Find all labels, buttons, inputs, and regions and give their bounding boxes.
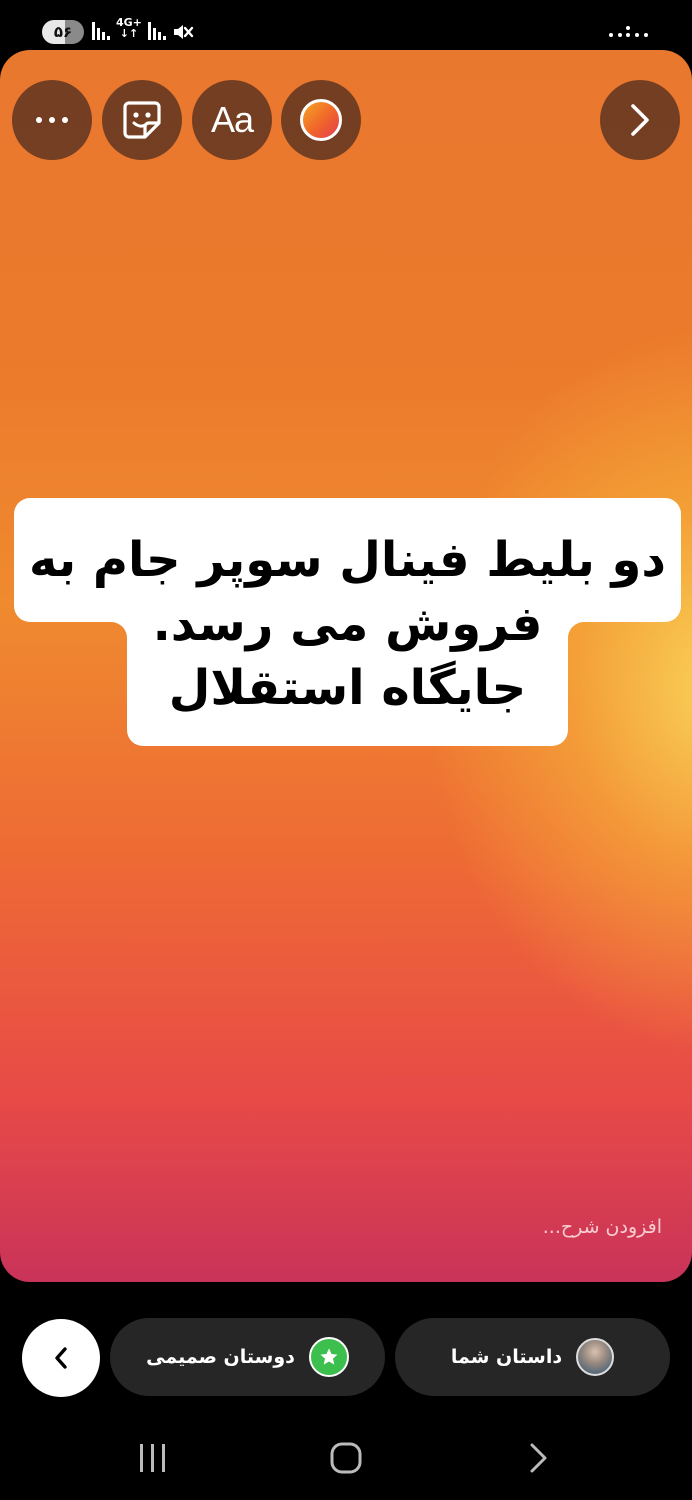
your-story-label: داستان شما xyxy=(450,1346,563,1368)
more-options-button[interactable] xyxy=(12,80,92,160)
recent-apps-icon[interactable] xyxy=(138,1442,168,1474)
text-tool-label: Aa xyxy=(210,99,254,140)
sticker-icon xyxy=(123,101,161,139)
signal-strength-icon xyxy=(92,22,110,40)
chevron-right-icon xyxy=(631,104,649,136)
battery-indicator: ۵۶ xyxy=(42,20,84,44)
nav-back-icon[interactable] xyxy=(528,1442,550,1474)
text-tool-button[interactable]: Aa xyxy=(192,80,272,160)
story-text-line: فروش می رسد. xyxy=(152,596,543,652)
story-text-sticker[interactable]: دو بلیط فینال سوپر جام به فروش می رسد. ج… xyxy=(14,498,681,746)
data-arrows-icon: ↓↑ xyxy=(119,27,139,40)
close-friends-label: دوستان صمیمی xyxy=(146,1346,295,1368)
chevron-left-icon xyxy=(55,1347,67,1369)
phone-screen: ۵۶ 4G+ ↓↑ Aa دو بلیط فینال سوپر جام به ف… xyxy=(0,0,692,1500)
avatar xyxy=(576,1338,615,1376)
your-story-button[interactable]: داستان شما xyxy=(395,1318,670,1396)
home-icon[interactable] xyxy=(330,1442,362,1474)
network-type-indicator: 4G+ ↓↑ xyxy=(116,17,142,40)
signal-strength-icon-sim2 xyxy=(148,22,166,40)
status-bar: ۵۶ 4G+ ↓↑ xyxy=(0,0,692,50)
story-canvas[interactable]: Aa دو بلیط فینال سوپر جام به فروش می رسد… xyxy=(0,50,692,1282)
back-button[interactable] xyxy=(22,1319,100,1397)
star-icon xyxy=(308,1337,349,1377)
color-swatch-icon xyxy=(300,99,342,141)
next-button[interactable] xyxy=(600,80,680,160)
add-caption-input[interactable]: افزودن شرح... xyxy=(543,1216,662,1238)
more-dots-icon xyxy=(36,117,68,123)
mute-icon xyxy=(174,25,194,39)
system-navigation-bar xyxy=(0,1412,692,1500)
sticker-button[interactable] xyxy=(102,80,182,160)
close-friends-button[interactable]: دوستان صمیمی xyxy=(110,1318,385,1396)
story-text-line: دو بلیط فینال سوپر جام به xyxy=(28,532,667,588)
share-bar: دوستان صمیمی داستان شما xyxy=(0,1282,692,1412)
story-text-line: جایگاه استقلال xyxy=(168,660,527,716)
notification-dots-icon xyxy=(609,26,648,37)
color-picker-button[interactable] xyxy=(281,80,361,160)
